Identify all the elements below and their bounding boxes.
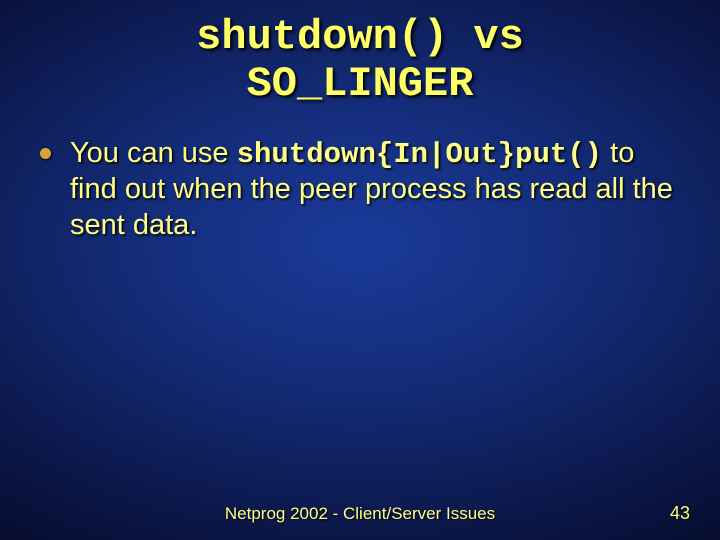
title-line-2: SO_LINGER (0, 61, 720, 108)
bullet-item: You can use shutdown{In|Out}put() to fin… (70, 136, 676, 243)
page-number: 43 (670, 503, 690, 524)
slide-title: shutdown() vs SO_LINGER (0, 0, 720, 108)
bullet-text-prefix: You can use (70, 137, 237, 169)
slide-body: You can use shutdown{In|Out}put() to fin… (0, 108, 720, 243)
bullet-icon (40, 148, 51, 159)
footer-center-text: Netprog 2002 - Client/Server Issues (0, 504, 720, 524)
bullet-code: shutdown{In|Out}put() (237, 138, 602, 171)
title-line-1: shutdown() vs (0, 14, 720, 61)
